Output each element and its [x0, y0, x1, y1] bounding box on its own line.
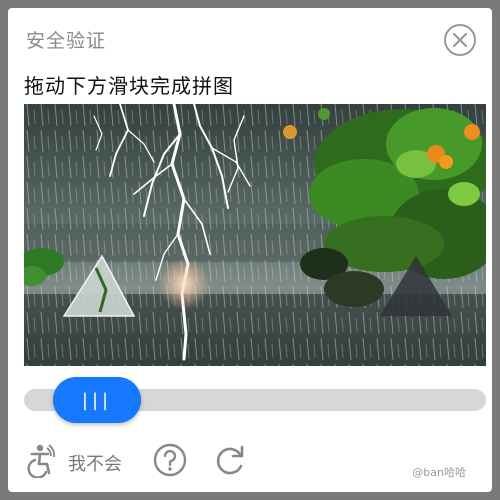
dialog-title: 安全验证 — [26, 30, 107, 52]
accessibility-icon — [27, 444, 56, 479]
close-icon — [452, 32, 468, 48]
help-button[interactable] — [152, 442, 188, 478]
watermark: @ban哈哈 — [412, 466, 466, 479]
close-button[interactable] — [444, 24, 476, 56]
dont-know-link[interactable]: 我不会 — [68, 450, 122, 476]
rain-lightning-scene — [24, 104, 486, 366]
instruction-text: 拖动下方滑块完成拼图 — [24, 74, 234, 98]
puzzle-image — [24, 104, 486, 366]
refresh-icon — [216, 445, 244, 475]
slider-grip-icon: ||| — [81, 389, 113, 411]
question-icon — [153, 443, 187, 477]
refresh-button[interactable] — [212, 442, 248, 478]
accessibility-button[interactable] — [22, 442, 58, 479]
slider-handle[interactable]: ||| — [53, 377, 141, 423]
captcha-dialog: 安全验证 拖动下方滑块完成拼图 ||| 我不会 @ban哈哈 — [8, 8, 492, 492]
